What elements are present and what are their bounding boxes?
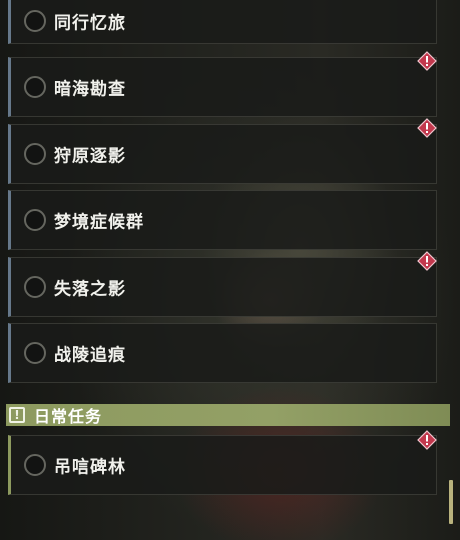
alert-diamond-icon (417, 51, 437, 71)
quest-item[interactable]: 狩原逐影 (8, 124, 437, 184)
quest-status-circle (24, 209, 46, 231)
quest-item[interactable]: 吊唁碑林 (8, 435, 437, 495)
quest-name: 同行忆旅 (54, 13, 126, 34)
quest-name: 战陵追痕 (54, 345, 126, 366)
exclamation-icon: ! (9, 407, 25, 423)
quest-item[interactable]: 暗海勘查 (8, 57, 437, 117)
quest-item[interactable]: 失落之影 (8, 257, 437, 317)
quest-status-circle (24, 143, 46, 165)
alert-diamond-icon (417, 251, 437, 271)
alert-diamond-icon (417, 118, 437, 138)
quest-name: 梦境症候群 (54, 212, 144, 233)
quest-name: 狩原逐影 (54, 146, 126, 167)
section-title: 日常任务 (34, 407, 103, 426)
scrollbar-thumb[interactable] (449, 480, 453, 524)
quest-status-circle (24, 342, 46, 364)
quest-status-circle (24, 276, 46, 298)
quest-name: 暗海勘查 (54, 79, 126, 100)
quest-name: 失落之影 (54, 279, 126, 300)
quest-status-circle (24, 10, 46, 32)
section-header-daily[interactable]: ! 日常任务 (6, 404, 450, 426)
alert-diamond-icon (417, 430, 437, 450)
quest-name: 吊唁碑林 (54, 457, 126, 478)
quest-item[interactable]: 梦境症候群 (8, 190, 437, 250)
quest-item[interactable]: 同行忆旅 (8, 0, 437, 44)
quest-item[interactable]: 战陵追痕 (8, 323, 437, 383)
quest-status-circle (24, 76, 46, 98)
quest-status-circle (24, 454, 46, 476)
